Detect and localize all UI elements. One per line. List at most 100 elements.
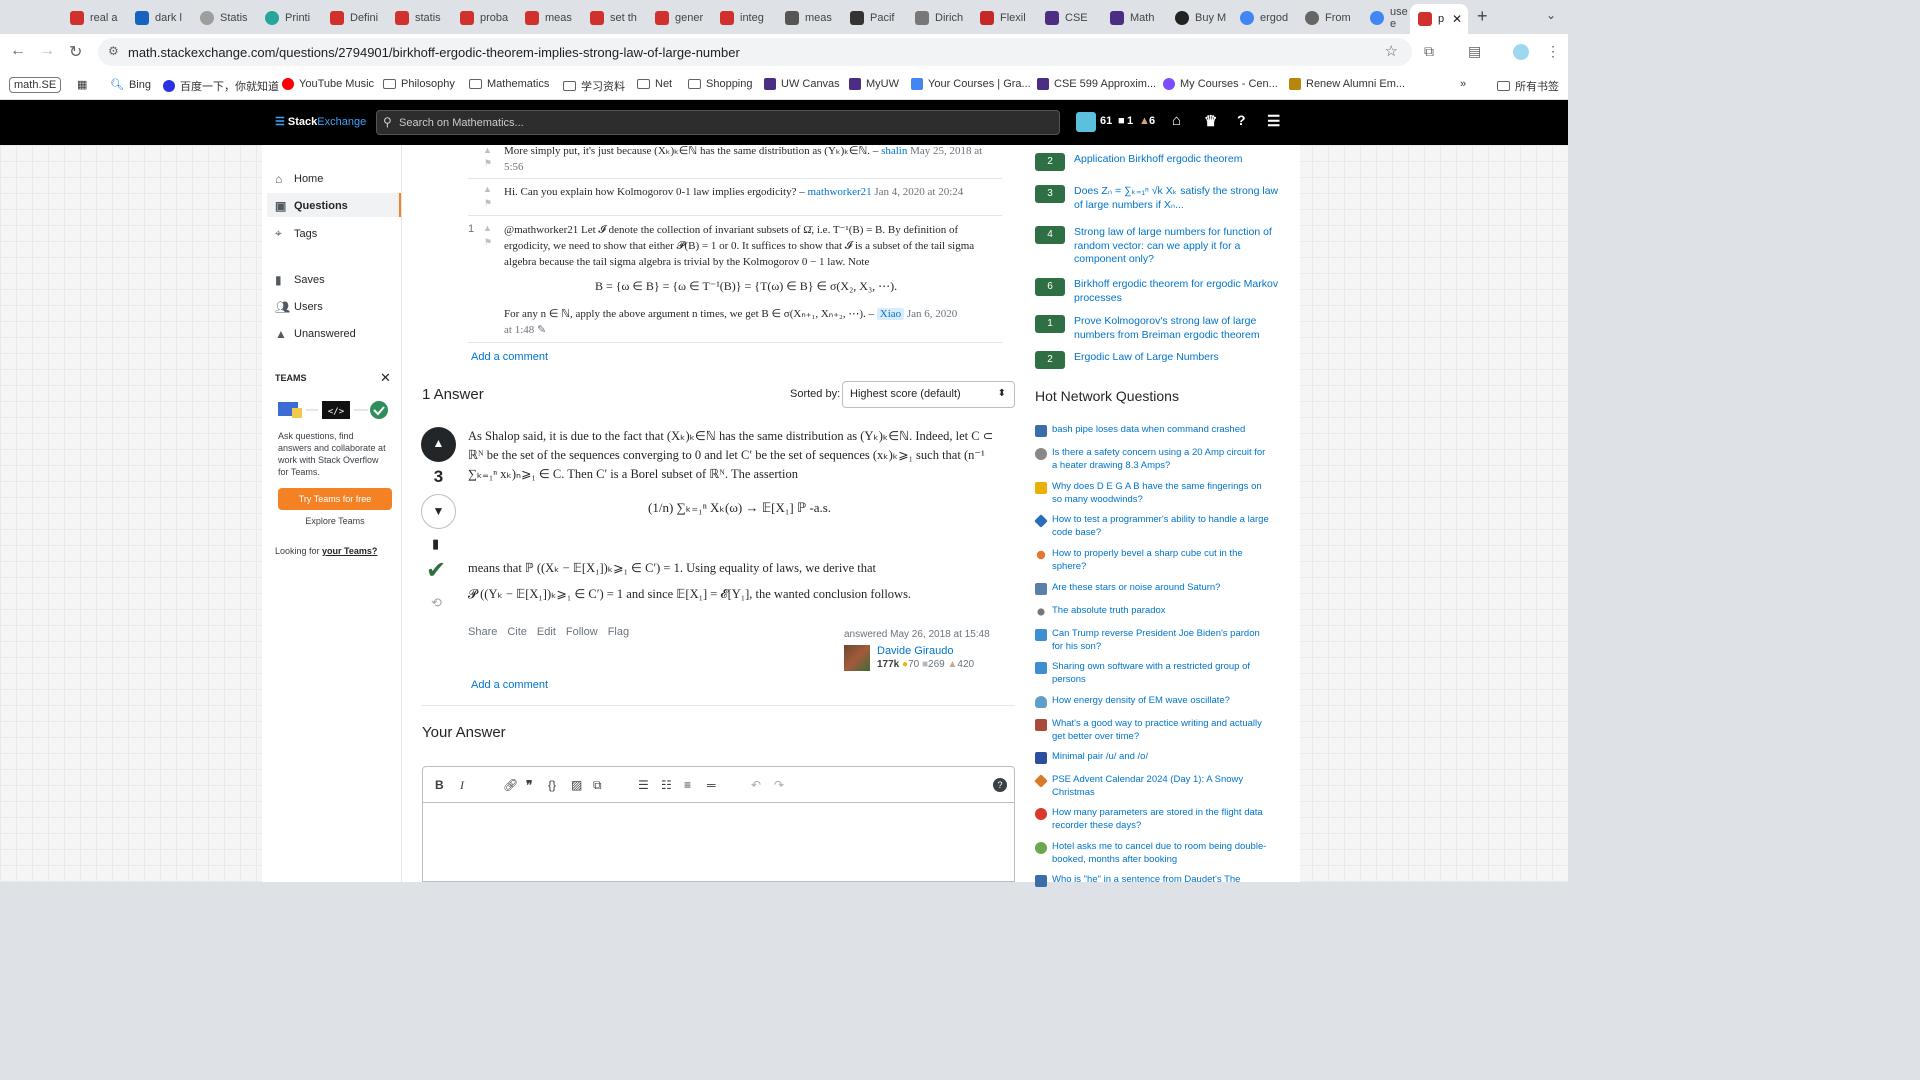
comment-upvote-icon[interactable]: ▲ [483,184,492,194]
undo-icon[interactable]: ↶ [751,778,761,792]
bookmark-folder[interactable]: Philosophy [383,78,455,90]
browser-tab[interactable]: Defini [322,6,384,30]
bookmark-item[interactable]: My Courses - Cen... [1163,78,1278,90]
sidebar-item-questions[interactable]: ▣ Questions [275,199,348,213]
comment-date[interactable]: Jan 4, 2020 at 20:24 [874,186,963,198]
help-icon[interactable]: ? [1237,112,1246,128]
achievements-trophy-icon[interactable]: ♛ [1204,112,1217,130]
avatar[interactable] [844,645,870,671]
upvote-button[interactable]: ▲ [421,427,456,462]
close-icon[interactable]: ✕ [380,370,391,386]
comment-upvote-icon[interactable]: ▲ [483,223,492,233]
flag-link[interactable]: Flag [608,626,629,638]
related-question[interactable]: 1 Prove Kolmogorov's strong law of large … [1035,315,1275,349]
comment-flag-icon[interactable]: ⚑ [484,158,492,169]
related-question[interactable]: 2 Ergodic Law of Large Numbers [1035,351,1275,373]
comment-user-link[interactable]: shalin [881,145,907,157]
answered-timestamp[interactable]: answered May 26, 2018 at 15:48 [844,629,990,640]
bookmark-item[interactable]: CSE 599 Approxim... [1037,78,1156,90]
browser-tab-active[interactable]: p ✕ [1410,4,1468,34]
bookmark-item[interactable]: MyUW [849,78,899,90]
apps-grid-icon[interactable]: ▦ [77,78,87,91]
sidebar-item-unanswered[interactable]: ▲ Unanswered [275,327,356,341]
browser-tab[interactable]: ergod [1232,6,1294,30]
reload-icon[interactable]: ↻ [69,42,82,62]
reading-list-icon[interactable]: ▤ [1468,43,1481,60]
browser-tab[interactable]: Dirich [907,6,969,30]
site-logo[interactable]: ☰ StackExchange [275,115,366,128]
bold-button[interactable]: B [435,778,444,792]
quote-icon[interactable]: ❞ [526,778,532,792]
bookmark-item[interactable]: UW Canvas [764,78,840,90]
extensions-icon[interactable]: ⧉ [1424,43,1434,60]
italic-button[interactable]: I [460,778,464,793]
site-switcher-icon[interactable]: ☰ [1267,112,1280,130]
inbox-icon[interactable]: ⌂ [1172,112,1181,129]
heading-icon[interactable]: ≡ [684,778,691,792]
sort-select[interactable]: Highest score (default) ⬍ [842,381,1015,408]
browser-tab[interactable]: Pacif [842,6,904,30]
bookmark-folder[interactable]: Net [637,78,672,90]
browser-tab[interactable]: Buy M [1167,6,1229,30]
site-search[interactable]: ⚲ [376,110,1060,135]
redo-icon[interactable]: ↷ [774,778,784,792]
browser-tab[interactable]: gener [647,6,709,30]
site-info-icon[interactable]: ⚙ [108,44,119,58]
comment-flag-icon[interactable]: ⚑ [484,198,492,209]
new-tab-button[interactable]: + [1477,6,1488,27]
edit-link[interactable]: Edit [537,626,556,638]
answer-editor[interactable]: B I 🔗︎ ❞ {} ▨ ⧉ ☰ ☷ ≡ ═ ↶ ↷ ? [422,766,1015,882]
try-teams-button[interactable]: Try Teams for free [278,488,392,510]
related-question[interactable]: 3 Does Zₙ = ∑ₖ₌₁ⁿ √k Xₖ satisfy the stron… [1035,185,1278,221]
numbered-list-icon[interactable]: ☰ [638,778,649,792]
browser-tab[interactable]: meas [517,6,579,30]
help-icon[interactable]: ? [993,778,1007,792]
comment-user-link[interactable]: mathworker21 [807,186,871,198]
downvote-button[interactable]: ▼ [421,494,456,529]
sidebar-item-saves[interactable]: ▮ Saves [275,273,325,287]
browser-tab[interactable]: Statis [192,6,254,30]
browser-tab[interactable]: integ [712,6,774,30]
forward-icon[interactable]: → [39,42,55,60]
search-input[interactable] [399,113,1039,132]
bookmark-icon[interactable]: ▮ [432,536,439,552]
browser-tab[interactable]: statis [387,6,449,30]
explore-teams-link[interactable]: Explore Teams [278,516,392,526]
browser-tab[interactable]: real a [62,6,124,30]
bookmark-item[interactable]: 百度一下，你就知道 [163,78,279,94]
related-question[interactable]: 6 Birkhoff ergodic theorem for ergodic Ma… [1035,278,1278,312]
sidebar-item-users[interactable]: 👥︎ Users [275,300,323,314]
browser-tab[interactable]: use e [1362,6,1412,30]
snippet-icon[interactable]: ⧉ [593,778,602,793]
bookmark-folder[interactable]: Mathematics [469,78,549,90]
bookmark-item[interactable]: 🔍︎ Bing [110,78,151,92]
bulleted-list-icon[interactable]: ☷ [661,778,672,792]
horizontal-rule-icon[interactable]: ═ [707,778,716,792]
add-comment-link[interactable]: Add a comment [471,679,548,691]
comment-flag-icon[interactable]: ⚑ [484,237,492,248]
sidebar-item-tags[interactable]: ⌖ Tags [275,226,317,241]
browser-tab[interactable]: CSE [1037,6,1099,30]
related-question[interactable]: 2 Application Birkhoff ergodic theorem [1035,153,1275,179]
answer-user-link[interactable]: Davide Giraudo [877,645,953,657]
browser-menu-icon[interactable]: ⋮ [1546,43,1560,60]
address-bar[interactable]: ⚙ math.stackexchange.com/questions/27949… [98,38,1412,66]
comment-user-link[interactable]: Xiao [876,308,905,320]
history-icon[interactable]: ⟲ [431,595,442,611]
user-avatar[interactable] [1076,112,1096,132]
bookmark-folder[interactable]: 学习资料 [563,78,625,94]
back-icon[interactable]: ← [10,42,26,60]
cite-link[interactable]: Cite [507,626,527,638]
code-icon[interactable]: {} [548,778,556,792]
browser-tab[interactable]: meas [777,6,839,30]
browser-tab[interactable]: proba [452,6,514,30]
tab-search-chevron-icon[interactable]: ⌄ [1546,8,1556,22]
follow-link[interactable]: Follow [566,626,598,638]
related-question[interactable]: 4 Strong law of large numbers for functio… [1035,226,1275,274]
your-teams-link[interactable]: your Teams? [322,546,377,556]
bookmark-item[interactable]: Your Courses | Gra... [911,78,1031,90]
profile-avatar[interactable] [1513,44,1529,60]
bookmark-folder[interactable]: Shopping [688,78,753,90]
comment-date[interactable]: Jan 6, 2020 [907,308,957,320]
bookmark-star-icon[interactable]: ☆ [1385,42,1398,60]
